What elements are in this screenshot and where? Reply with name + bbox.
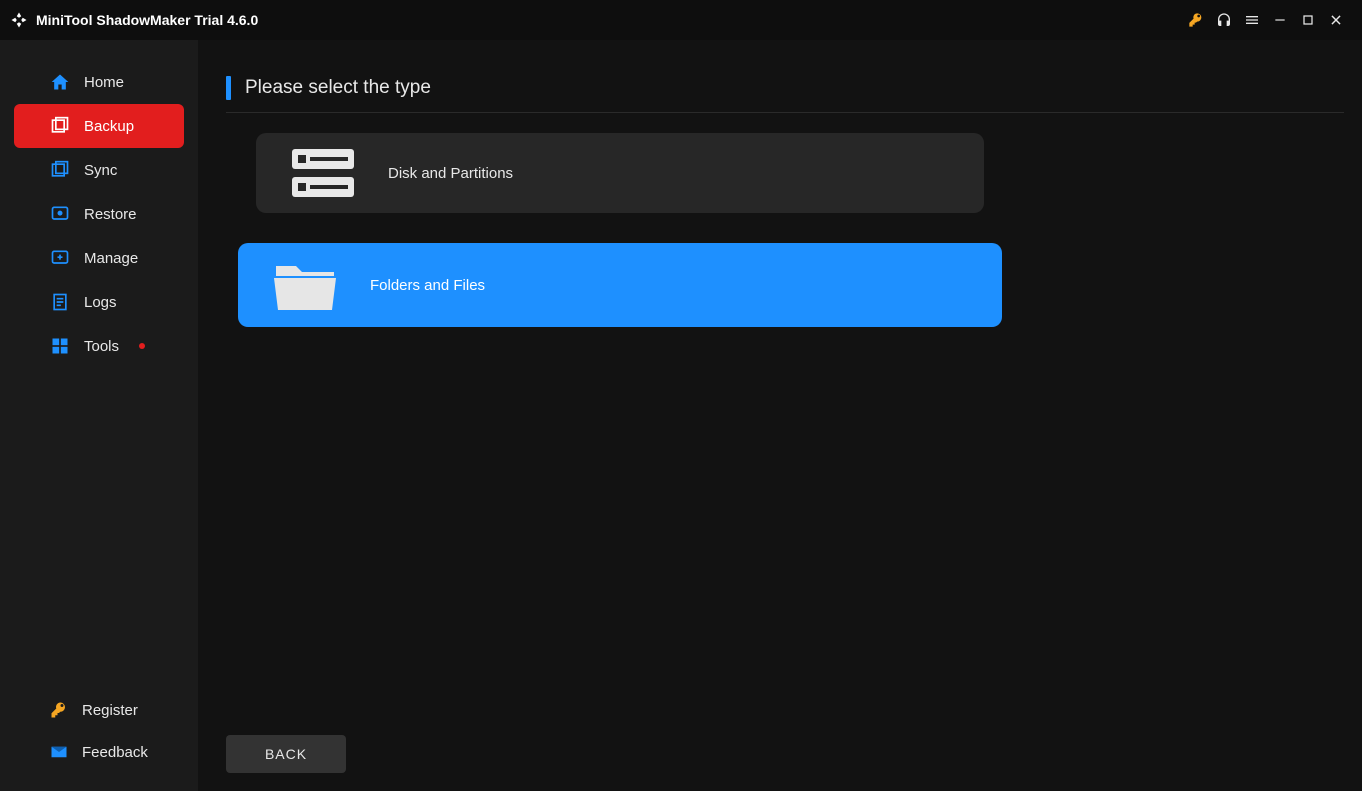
home-icon xyxy=(50,72,70,92)
maximize-button[interactable] xyxy=(1294,6,1322,34)
key-icon[interactable] xyxy=(1182,6,1210,34)
restore-icon xyxy=(50,204,70,224)
option-label: Disk and Partitions xyxy=(388,165,513,182)
sidebar-item-logs[interactable]: Logs xyxy=(14,280,184,324)
logs-icon xyxy=(50,292,70,312)
sidebar-item-home[interactable]: Home xyxy=(14,60,184,104)
sidebar-item-manage[interactable]: Manage xyxy=(14,236,184,280)
sidebar-item-register[interactable]: Register xyxy=(14,689,184,731)
backup-icon xyxy=(50,116,70,136)
page-title: Please select the type xyxy=(245,77,431,99)
sidebar-item-label: Feedback xyxy=(82,744,148,761)
sidebar-item-feedback[interactable]: Feedback xyxy=(14,731,184,773)
sidebar-item-label: Manage xyxy=(84,250,138,267)
sidebar-item-label: Sync xyxy=(84,162,117,179)
app-title: MiniTool ShadowMaker Trial 4.6.0 xyxy=(36,12,258,28)
sidebar-item-sync[interactable]: Sync xyxy=(14,148,184,192)
hamburger-menu-icon[interactable] xyxy=(1238,6,1266,34)
headset-icon[interactable] xyxy=(1210,6,1238,34)
close-button[interactable] xyxy=(1322,6,1350,34)
folder-icon xyxy=(270,256,340,314)
manage-icon xyxy=(50,248,70,268)
nav-list: Home Backup Sync Restore Manage Logs xyxy=(0,60,198,368)
key-icon xyxy=(50,701,68,719)
heading-accent-bar xyxy=(226,76,231,100)
sync-icon xyxy=(50,160,70,180)
main-content: Please select the type Disk and Partitio… xyxy=(198,40,1362,791)
type-options: Disk and Partitions Folders and Files xyxy=(226,133,1344,327)
back-button[interactable]: BACK xyxy=(226,735,346,773)
notification-dot-icon xyxy=(139,343,145,349)
sidebar-item-label: Tools xyxy=(84,338,119,355)
sidebar-bottom: Register Feedback xyxy=(0,689,198,773)
minimize-button[interactable] xyxy=(1266,6,1294,34)
option-folders-files[interactable]: Folders and Files xyxy=(238,243,1002,327)
sidebar-item-tools[interactable]: Tools xyxy=(14,324,184,368)
sidebar-item-label: Backup xyxy=(84,118,134,135)
sidebar-item-label: Register xyxy=(82,702,138,719)
sidebar-item-label: Home xyxy=(84,74,124,91)
option-disk-partitions[interactable]: Disk and Partitions xyxy=(256,133,984,213)
titlebar: MiniTool ShadowMaker Trial 4.6.0 xyxy=(0,0,1362,40)
mail-icon xyxy=(50,743,68,761)
tools-icon xyxy=(50,336,70,356)
footer: BACK xyxy=(226,735,1344,773)
titlebar-left: MiniTool ShadowMaker Trial 4.6.0 xyxy=(10,11,258,29)
option-label: Folders and Files xyxy=(370,277,485,294)
sidebar: Home Backup Sync Restore Manage Logs xyxy=(0,40,198,791)
app-logo-icon xyxy=(10,11,28,29)
sidebar-item-label: Restore xyxy=(84,206,137,223)
sidebar-item-restore[interactable]: Restore xyxy=(14,192,184,236)
sidebar-item-label: Logs xyxy=(84,294,117,311)
sidebar-item-backup[interactable]: Backup xyxy=(14,104,184,148)
titlebar-controls xyxy=(1182,6,1350,34)
heading-row: Please select the type xyxy=(226,76,1344,113)
disk-icon xyxy=(288,145,358,201)
